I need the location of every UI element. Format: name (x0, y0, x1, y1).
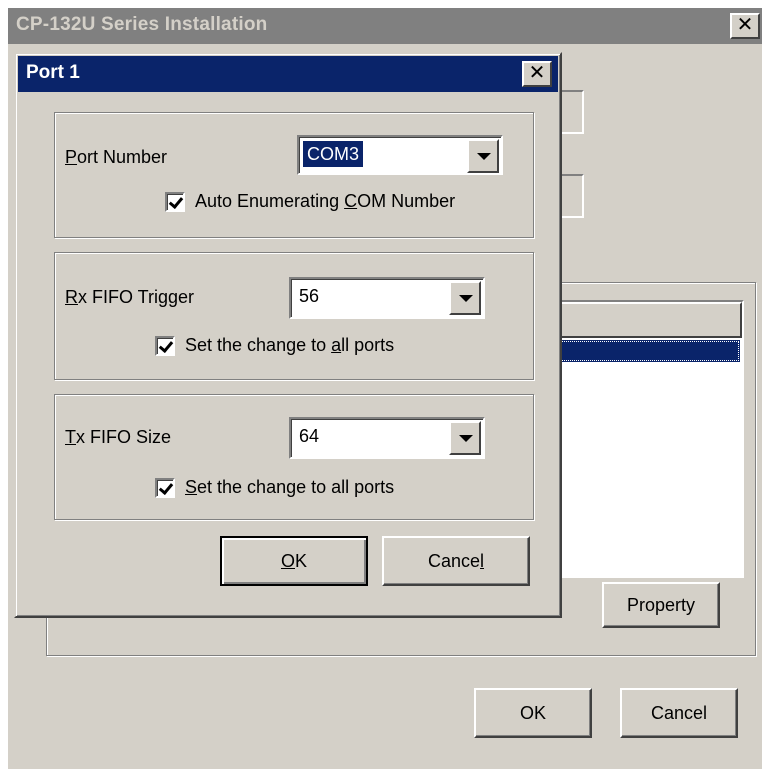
property-button-label: Property (626, 594, 696, 615)
main-ok-label: OK (519, 702, 546, 723)
port-list-header[interactable] (558, 302, 742, 338)
port-list-selected-row[interactable] (558, 340, 740, 362)
property-button[interactable]: Property (602, 582, 720, 628)
auto-enumerating-checkbox-row[interactable]: Auto Enumerating COM Number (165, 191, 455, 212)
port-dialog: Port 1 ✕ Port Number COM3 Auto Enumerati… (14, 52, 562, 618)
tx-fifo-select[interactable]: 64 (289, 417, 485, 459)
dialog-cancel-label: Cancel (427, 550, 485, 571)
main-ok-button[interactable]: OK (474, 688, 592, 738)
port-list[interactable] (556, 300, 744, 578)
port-dialog-title: Port 1 (26, 62, 80, 83)
chevron-down-icon[interactable] (449, 421, 481, 455)
main-cancel-label: Cancel (650, 702, 708, 723)
dialog-ok-button[interactable]: OK (220, 536, 368, 586)
tx-fifo-label: Tx FIFO Size (65, 427, 172, 447)
rx-fifo-value: 56 (299, 286, 320, 306)
chevron-down-icon[interactable] (449, 281, 481, 315)
rx-fifo-group: Rx FIFO Trigger 56 Set the change to all… (54, 252, 534, 380)
port-number-value: COM3 (301, 140, 365, 168)
rx-fifo-select[interactable]: 56 (289, 277, 485, 319)
dialog-ok-label: OK (280, 550, 308, 571)
tx-fifo-value: 64 (299, 426, 320, 446)
tx-apply-all-label: Set the change to all ports (185, 477, 395, 497)
rx-apply-all-checkbox[interactable] (155, 335, 175, 356)
chevron-down-icon[interactable] (467, 139, 499, 173)
main-window-titlebar: CP-132U Series Installation ✕ (8, 8, 762, 44)
port-dialog-titlebar: Port 1 ✕ (18, 56, 558, 92)
dialog-close-icon[interactable]: ✕ (522, 61, 552, 87)
auto-enumerating-checkbox[interactable] (165, 191, 185, 212)
port-number-label: Port Number (65, 147, 168, 167)
close-glyph: ✕ (736, 14, 754, 36)
main-window-title: CP-132U Series Installation (16, 14, 268, 35)
auto-enumerating-label: Auto Enumerating COM Number (195, 191, 456, 211)
tx-apply-all-checkbox-row[interactable]: Set the change to all ports (155, 477, 394, 498)
close-glyph: ✕ (528, 62, 546, 84)
tx-apply-all-checkbox[interactable] (155, 477, 175, 498)
tx-fifo-group: Tx FIFO Size 64 Set the change to all po… (54, 394, 534, 520)
dialog-cancel-button[interactable]: Cancel (382, 536, 530, 586)
main-cancel-button[interactable]: Cancel (620, 688, 738, 738)
rx-apply-all-label: Set the change to all ports (185, 335, 395, 355)
port-number-group: Port Number COM3 Auto Enumerating COM Nu… (54, 112, 534, 238)
port-number-select[interactable]: COM3 (297, 135, 503, 175)
rx-fifo-label: Rx FIFO Trigger (65, 287, 195, 307)
main-window-close-icon[interactable]: ✕ (730, 13, 760, 39)
rx-apply-all-checkbox-row[interactable]: Set the change to all ports (155, 335, 394, 356)
